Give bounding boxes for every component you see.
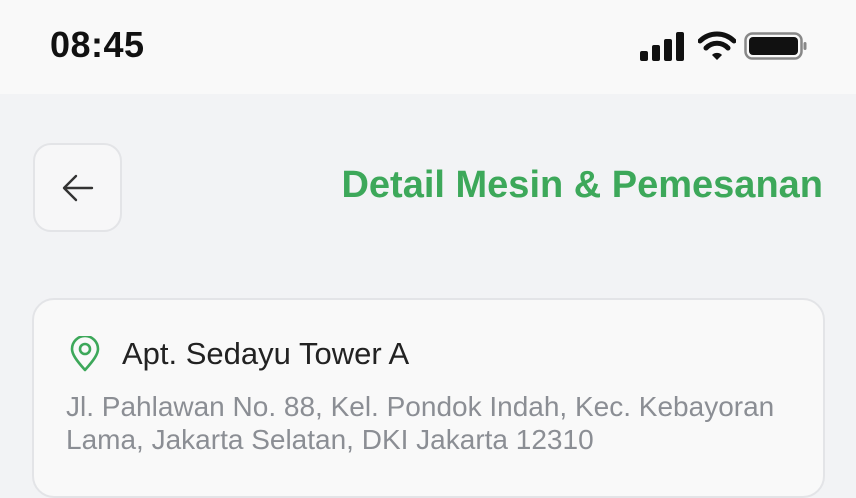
location-name: Apt. Sedayu Tower A bbox=[122, 336, 410, 371]
status-time: 08:45 bbox=[50, 24, 145, 65]
location-address: Jl. Pahlawan No. 88, Kel. Pondok Indah, … bbox=[66, 391, 775, 455]
wifi-icon bbox=[698, 31, 736, 60]
back-button[interactable] bbox=[33, 143, 122, 232]
location-card: Apt. Sedayu Tower A Jl. Pahlawan No. 88,… bbox=[32, 298, 825, 498]
page-title: Detail Mesin & Pemesanan bbox=[341, 164, 823, 206]
arrow-left-icon bbox=[62, 174, 93, 201]
battery-icon bbox=[744, 32, 807, 60]
status-bar: 08:45 bbox=[0, 0, 856, 94]
map-pin-icon bbox=[70, 336, 100, 372]
signal-icon bbox=[640, 32, 684, 61]
